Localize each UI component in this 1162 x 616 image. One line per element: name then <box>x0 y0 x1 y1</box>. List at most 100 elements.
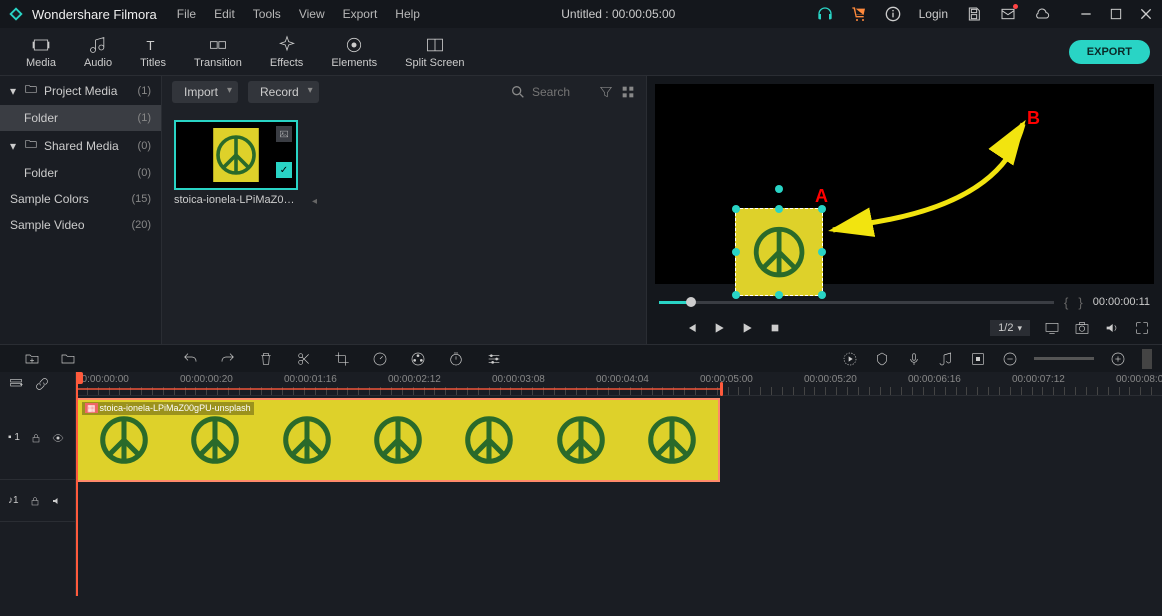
tab-effects[interactable]: Effects <box>256 35 317 69</box>
resize-handle[interactable] <box>818 291 826 299</box>
ruler-tick: 00:00:07:12 <box>1012 374 1065 385</box>
prev-frame-icon[interactable] <box>683 320 699 336</box>
ruler-tick: 00:00:05:00 <box>700 374 753 385</box>
track-label: ▪ 1 <box>8 432 20 443</box>
folder-icon[interactable] <box>60 351 76 367</box>
tab-media[interactable]: Media <box>12 35 70 69</box>
selected-object[interactable] <box>735 208 823 296</box>
tab-elements[interactable]: Elements <box>317 35 391 69</box>
mixer-icon[interactable] <box>938 351 954 367</box>
folder-icon <box>24 82 38 99</box>
tab-audio[interactable]: Audio <box>70 35 126 69</box>
tab-split-screen[interactable]: Split Screen <box>391 35 478 69</box>
resize-handle[interactable] <box>775 291 783 299</box>
crop-icon[interactable] <box>334 351 350 367</box>
audio-track-header: ♪1 <box>0 480 75 522</box>
timeline-ruler[interactable]: 00:00:00:0000:00:00:2000:00:01:1600:00:0… <box>76 372 1162 396</box>
sidebar-item[interactable]: Sample Colors(15) <box>0 186 161 212</box>
rotate-handle[interactable] <box>775 185 783 193</box>
track-visibility-icon[interactable] <box>52 430 64 446</box>
ruler-tick: 00:00:02:12 <box>388 374 441 385</box>
marker-icon[interactable] <box>874 351 890 367</box>
sidebar-item-count: (1) <box>138 112 151 124</box>
ruler-tick: 00:00:01:16 <box>284 374 337 385</box>
display-icon[interactable] <box>1044 320 1060 336</box>
color-icon[interactable] <box>410 351 426 367</box>
adjust-icon[interactable] <box>486 351 502 367</box>
record-dropdown[interactable]: Record <box>248 81 319 103</box>
support-icon[interactable] <box>817 6 833 22</box>
track-mute-icon[interactable] <box>51 493 63 509</box>
import-dropdown[interactable]: Import <box>172 81 238 103</box>
filter-icon[interactable] <box>598 84 614 100</box>
sidebar-item[interactable]: Folder(0) <box>0 160 161 186</box>
sidebar-item[interactable]: ▾Shared Media(0) <box>0 131 161 160</box>
undo-icon[interactable] <box>182 351 198 367</box>
cloud-icon[interactable] <box>1034 6 1050 22</box>
tab-transition[interactable]: Transition <box>180 35 256 69</box>
timeline-clip[interactable]: ▦stoica-ionela-LPiMaZ00gPU-unsplash <box>76 398 720 482</box>
redo-icon[interactable] <box>220 351 236 367</box>
cart-icon[interactable] <box>851 6 867 22</box>
resize-handle[interactable] <box>818 248 826 256</box>
search-input[interactable] <box>532 85 592 99</box>
play-icon[interactable] <box>711 320 727 336</box>
resize-handle[interactable] <box>732 291 740 299</box>
menu-tools[interactable]: Tools <box>253 7 281 21</box>
menu-edit[interactable]: Edit <box>214 7 235 21</box>
new-folder-icon[interactable] <box>24 351 40 367</box>
resize-handle[interactable] <box>732 248 740 256</box>
save-icon[interactable] <box>966 6 982 22</box>
export-button[interactable]: EXPORT <box>1069 40 1150 64</box>
sidebar-item-label: Folder <box>24 111 138 125</box>
zoom-in-icon[interactable] <box>1110 351 1126 367</box>
sidebar-item-label: Project Media <box>44 84 138 98</box>
split-icon[interactable] <box>296 351 312 367</box>
volume-icon[interactable] <box>1104 320 1120 336</box>
info-icon[interactable] <box>885 6 901 22</box>
message-icon[interactable] <box>1000 6 1016 22</box>
menu-export[interactable]: Export <box>343 7 378 21</box>
collapse-icon[interactable]: ◂ <box>312 196 322 210</box>
next-frame-icon[interactable] <box>739 320 755 336</box>
preview-scrubber[interactable] <box>659 301 1054 304</box>
playhead[interactable] <box>76 372 78 596</box>
zoom-out-icon[interactable] <box>1002 351 1018 367</box>
track-lock-icon[interactable] <box>30 430 42 446</box>
menu-file[interactable]: File <box>177 7 196 21</box>
login-button[interactable]: Login <box>919 7 948 21</box>
menu-view[interactable]: View <box>299 7 325 21</box>
delete-icon[interactable] <box>258 351 274 367</box>
maximize-icon[interactable] <box>1108 6 1124 22</box>
fullscreen-icon[interactable] <box>1134 320 1150 336</box>
tab-titles[interactable]: TTitles <box>126 35 180 69</box>
zoom-slider[interactable] <box>1034 357 1094 360</box>
resize-handle[interactable] <box>732 205 740 213</box>
preview-quality-dropdown[interactable]: 1/2 ▾ <box>990 320 1030 336</box>
grid-view-icon[interactable] <box>620 84 636 100</box>
voiceover-icon[interactable] <box>906 351 922 367</box>
track-lock-icon[interactable] <box>29 493 41 509</box>
render-icon[interactable] <box>842 351 858 367</box>
clip-label: ▦stoica-ionela-LPiMaZ00gPU-unsplash <box>82 402 254 415</box>
keyframe-icon[interactable] <box>970 351 986 367</box>
minimize-icon[interactable] <box>1078 6 1094 22</box>
sidebar-item[interactable]: Sample Video(20) <box>0 212 161 238</box>
resize-handle[interactable] <box>775 205 783 213</box>
preview-canvas[interactable]: A B <box>655 84 1154 284</box>
speed-icon[interactable] <box>372 351 388 367</box>
snapshot-icon[interactable] <box>1074 320 1090 336</box>
sidebar-item[interactable]: Folder(1) <box>0 105 161 131</box>
zoom-fit-icon[interactable] <box>1142 349 1152 369</box>
stop-icon[interactable] <box>767 320 783 336</box>
folder-icon <box>24 137 38 154</box>
selection-end-marker[interactable] <box>720 382 723 396</box>
timeline-manage-icon[interactable] <box>8 376 24 392</box>
close-icon[interactable] <box>1138 6 1154 22</box>
duration-icon[interactable] <box>448 351 464 367</box>
link-icon[interactable] <box>34 376 50 392</box>
menu-help[interactable]: Help <box>395 7 420 21</box>
media-thumbnail[interactable]: ✓ stoica-ionela-LPiMaZ00g... <box>174 120 298 206</box>
annotation-b: B <box>1027 108 1040 129</box>
sidebar-item[interactable]: ▾Project Media(1) <box>0 76 161 105</box>
